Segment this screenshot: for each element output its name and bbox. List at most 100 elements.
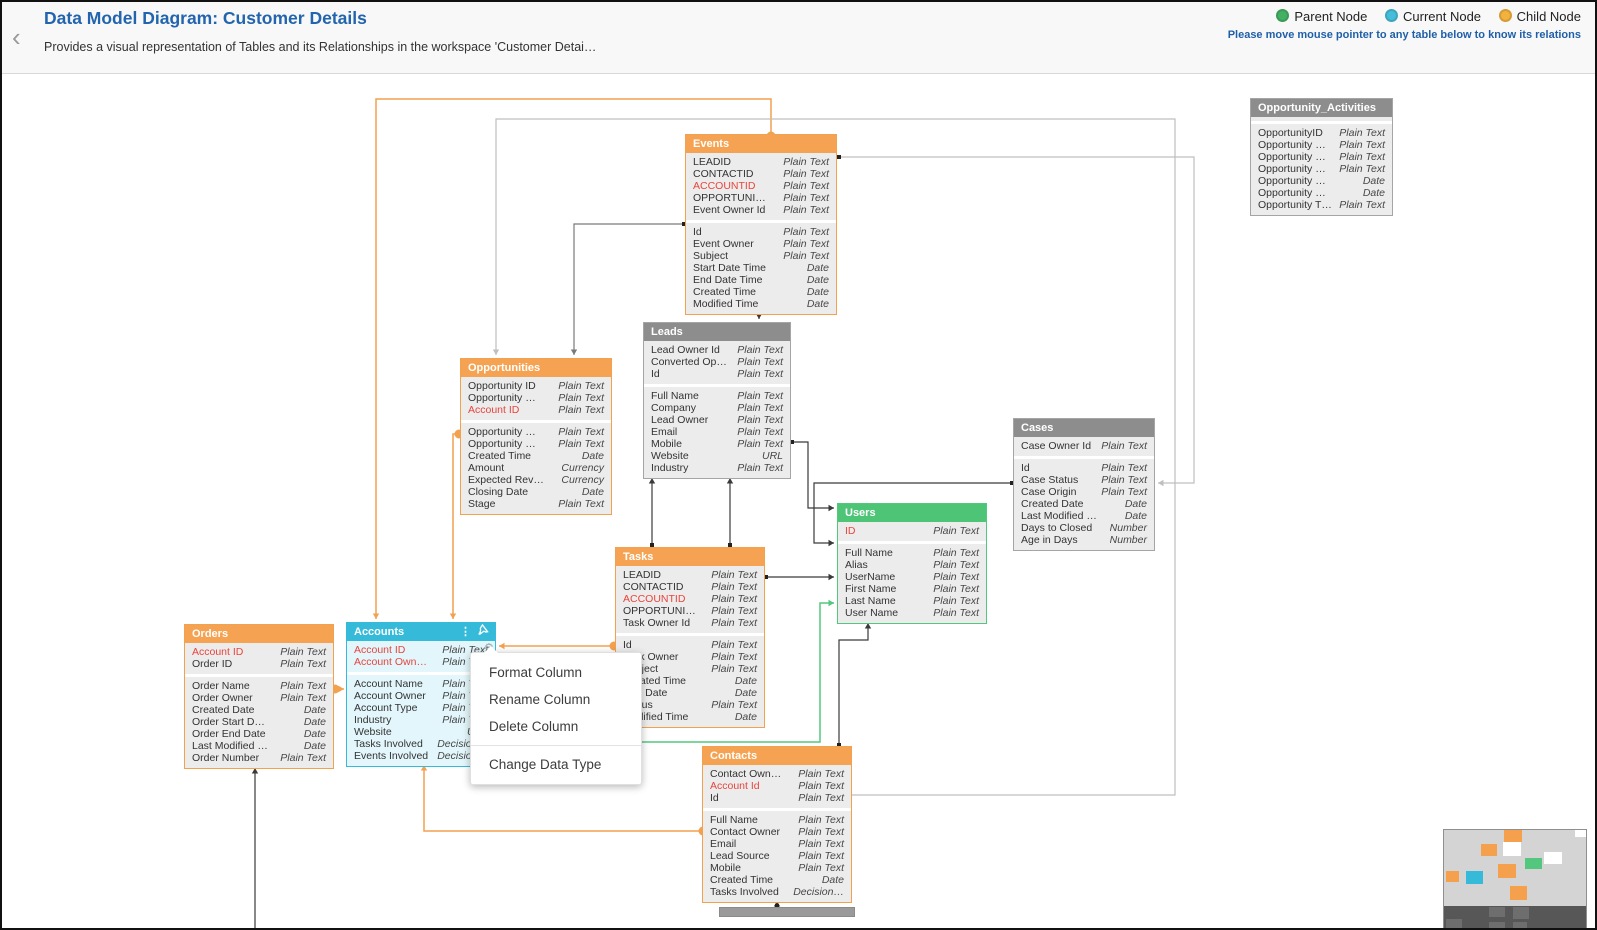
table-header-opportunity-activities[interactable]: Opportunity_Activities xyxy=(1251,99,1392,117)
menu-item-delete-column[interactable]: Delete Column xyxy=(471,713,641,740)
menu-item-rename-column[interactable]: Rename Column xyxy=(471,686,641,713)
menu-item-format-column[interactable]: Format Column xyxy=(471,659,641,686)
table-field-row[interactable]: User NamePlain Text xyxy=(838,607,986,619)
table-field-row[interactable]: Account IDPlain Text xyxy=(461,404,611,416)
table-field-row[interactable]: CONTACTIDPlain Text xyxy=(616,581,764,593)
table-header-accounts[interactable]: Accounts⋮ xyxy=(347,623,495,641)
table-field-row[interactable]: Last NamePlain Text xyxy=(838,595,986,607)
table-field-row[interactable]: Contact OwnerPlain Text xyxy=(703,826,851,838)
table-field-row[interactable]: LEADIDPlain Text xyxy=(616,569,764,581)
table-field-row[interactable]: Case OriginPlain Text xyxy=(1014,486,1154,498)
table-field-row[interactable]: StagePlain Text xyxy=(461,498,611,510)
table-field-row[interactable]: Lead OwnerPlain Text xyxy=(644,414,790,426)
table-opportunity-activities[interactable]: Opportunity_Activities OpportunityIDPlain… xyxy=(1250,98,1393,216)
table-header-contacts[interactable]: Contacts xyxy=(703,747,851,765)
table-field-row[interactable]: Order IDPlain Text xyxy=(185,658,333,670)
table-field-row[interactable]: Opportunity …Plain Text xyxy=(1251,163,1392,175)
table-field-row[interactable]: LEADIDPlain Text xyxy=(686,156,836,168)
table-field-row[interactable]: Event Owner IdPlain Text xyxy=(686,204,836,216)
table-field-row[interactable]: Lead SourcePlain Text xyxy=(703,850,851,862)
table-events[interactable]: Events LEADIDPlain TextCONTACTIDPlain Tex… xyxy=(685,134,837,315)
table-field-row[interactable]: Case StatusPlain Text xyxy=(1014,474,1154,486)
table-field-row[interactable]: Days to ClosedNumber xyxy=(1014,522,1154,534)
table-field-row[interactable]: CONTACTIDPlain Text xyxy=(686,168,836,180)
minimap-panel[interactable]: -+ xyxy=(1443,829,1587,930)
table-field-row[interactable]: ACCOUNTIDPlain Text xyxy=(616,593,764,605)
table-field-row[interactable]: Order NumberPlain Text xyxy=(185,752,333,764)
table-field-row[interactable]: Created DateDate xyxy=(1014,498,1154,510)
table-field-row[interactable]: First NamePlain Text xyxy=(838,583,986,595)
table-header-cases[interactable]: Cases xyxy=(1014,419,1154,437)
table-field-row[interactable]: EmailPlain Text xyxy=(703,838,851,850)
table-header-leads[interactable]: Leads xyxy=(644,323,790,341)
table-field-row[interactable]: OPPORTUNI…Plain Text xyxy=(616,605,764,617)
diagram-canvas[interactable]: EventsLEADIDPlain TextCONTACTIDPlain Tex… xyxy=(2,74,1595,928)
table-header-events[interactable]: Events xyxy=(686,135,836,153)
table-opportunities[interactable]: OpportunitiesOpportunity IDPlain TextOpp… xyxy=(460,358,612,515)
table-field-row[interactable]: Last Modified …Date xyxy=(185,740,333,752)
table-field-row[interactable]: Opportunity …Plain Text xyxy=(461,392,611,404)
table-field-row[interactable]: Event OwnerPlain Text xyxy=(686,238,836,250)
table-field-row[interactable]: IDPlain Text xyxy=(838,525,986,537)
table-leads[interactable]: Leads Lead Owner IdPlain TextConverted Op… xyxy=(643,322,791,479)
table-field-row[interactable]: MobilePlain Text xyxy=(703,862,851,874)
table-field-row[interactable]: Opportunity IDPlain Text xyxy=(461,380,611,392)
table-field-row[interactable]: IdPlain Text xyxy=(703,792,851,804)
table-field-row[interactable]: Account IDPlain Text xyxy=(185,646,333,658)
table-field-row[interactable]: Full NamePlain Text xyxy=(644,390,790,402)
table-field-row[interactable]: Full NamePlain Text xyxy=(838,547,986,559)
table-field-row[interactable]: Opportunity …Plain Text xyxy=(1251,151,1392,163)
table-field-row[interactable]: ACCOUNTIDPlain Text xyxy=(686,180,836,192)
table-field-row[interactable]: Full NamePlain Text xyxy=(703,814,851,826)
table-field-row[interactable]: EmailPlain Text xyxy=(644,426,790,438)
table-header-users[interactable]: Users xyxy=(838,504,986,522)
table-field-row[interactable]: AmountCurrency xyxy=(461,462,611,474)
table-field-row[interactable]: Modified TimeDate xyxy=(686,298,836,310)
table-field-row[interactable]: Opportunity …Plain Text xyxy=(1251,139,1392,151)
table-field-row[interactable]: IndustryPlain Text xyxy=(644,462,790,474)
partial-table-header[interactable] xyxy=(719,907,855,917)
table-field-row[interactable]: Expected Rev…Currency xyxy=(461,474,611,486)
menu-item-change-data-type[interactable]: Change Data Type xyxy=(471,751,641,778)
table-field-row[interactable]: Order NamePlain Text xyxy=(185,680,333,692)
table-field-row[interactable]: IdPlain Text xyxy=(644,368,790,380)
table-field-row[interactable]: Start Date TimeDate xyxy=(686,262,836,274)
table-field-row[interactable]: Account IdPlain Text xyxy=(703,780,851,792)
table-users[interactable]: UsersIDPlain TextFull NamePlain TextAlia… xyxy=(837,503,987,624)
table-header-opportunities[interactable]: Opportunities xyxy=(461,359,611,377)
table-field-row[interactable]: Created TimeDate xyxy=(703,874,851,886)
table-field-row[interactable]: Lead Owner IdPlain Text xyxy=(644,344,790,356)
table-field-row[interactable]: Converted Op…Plain Text xyxy=(644,356,790,368)
table-field-row[interactable]: Created DateDate xyxy=(185,704,333,716)
table-field-row[interactable]: Created TimeDate xyxy=(461,450,611,462)
back-chevron-icon[interactable]: ‹ xyxy=(12,24,21,50)
table-field-row[interactable]: SubjectPlain Text xyxy=(686,250,836,262)
table-field-row[interactable]: Age in DaysNumber xyxy=(1014,534,1154,546)
table-field-row[interactable]: End Date TimeDate xyxy=(686,274,836,286)
pin-icon[interactable] xyxy=(477,623,490,642)
table-field-row[interactable]: Contact Own…Plain Text xyxy=(703,768,851,780)
table-field-row[interactable]: OPPORTUNI…Plain Text xyxy=(686,192,836,204)
table-header-tasks[interactable]: Tasks xyxy=(616,548,764,566)
table-field-row[interactable]: OpportunityIDPlain Text xyxy=(1251,127,1392,139)
table-field-row[interactable]: IdPlain Text xyxy=(1014,462,1154,474)
table-field-row[interactable]: Last Modified …Date xyxy=(1014,510,1154,522)
table-field-row[interactable]: Case Owner IdPlain Text xyxy=(1014,440,1154,452)
table-cases[interactable]: Cases Case Owner IdPlain Text IdPlain Text… xyxy=(1013,418,1155,551)
table-field-row[interactable]: Closing DateDate xyxy=(461,486,611,498)
table-field-row[interactable]: Opportunity T…Plain Text xyxy=(1251,199,1392,211)
table-contacts[interactable]: Contacts Contact Own…Plain TextAccount Id… xyxy=(702,746,852,903)
table-menu-icon[interactable]: ⋮ xyxy=(460,627,471,637)
table-field-row[interactable]: CompanyPlain Text xyxy=(644,402,790,414)
table-field-row[interactable]: UserNamePlain Text xyxy=(838,571,986,583)
table-orders[interactable]: Orders Account IDPlain TextOrder IDPlain … xyxy=(184,624,334,769)
table-field-row[interactable]: WebsiteURL xyxy=(644,450,790,462)
table-header-orders[interactable]: Orders xyxy=(185,625,333,643)
table-field-row[interactable]: Opportunity …Date xyxy=(1251,175,1392,187)
table-field-row[interactable]: IdPlain Text xyxy=(616,639,764,651)
table-field-row[interactable]: Created TimeDate xyxy=(686,286,836,298)
table-field-row[interactable]: Tasks InvolvedDecision… xyxy=(703,886,851,898)
table-field-row[interactable]: Order OwnerPlain Text xyxy=(185,692,333,704)
table-field-row[interactable]: IdPlain Text xyxy=(686,226,836,238)
table-field-row[interactable]: Opportunity …Plain Text xyxy=(461,438,611,450)
